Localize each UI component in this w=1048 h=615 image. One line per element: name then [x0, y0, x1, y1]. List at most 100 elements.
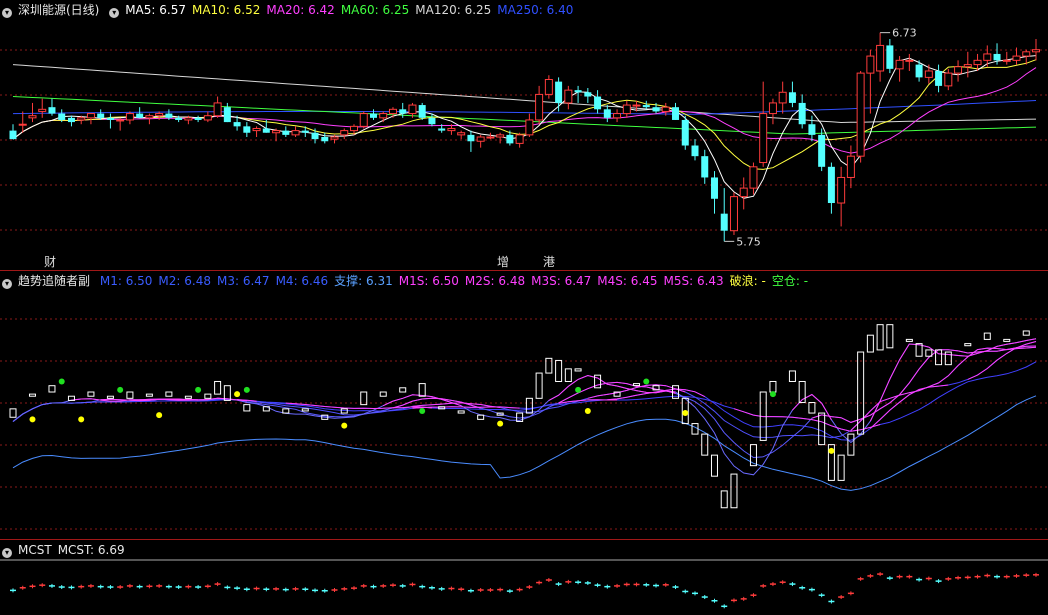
- indicator-field-3: M4: 6.46: [275, 274, 329, 288]
- signal-bar: [457, 410, 465, 414]
- main-chart-header: ▾ 深圳能源(日线) ▾ MA5: 6.57 MA10: 6.52 MA20: 6.42…: [2, 2, 585, 18]
- candle-body: [603, 109, 611, 118]
- green-signal-dot: [643, 378, 650, 385]
- indicator-pane[interactable]: ▾ 趋势追随者副 M1: 6.50 M2: 6.48 M3: 6.47 M4: 6.46…: [0, 271, 1048, 539]
- ma-label-4: MA120: 6.25: [415, 3, 492, 17]
- candle-body: [311, 132, 319, 140]
- signal-bar: [48, 385, 56, 393]
- candle-body: [759, 113, 768, 164]
- candle-body: [876, 44, 885, 72]
- indicator-field-1: M2: 6.48: [158, 274, 211, 288]
- signal-bar: [710, 454, 718, 477]
- indicator-field-10: 破浪: -: [729, 274, 766, 288]
- signal-bar: [282, 408, 290, 414]
- green-signal-dot: [769, 391, 776, 398]
- signal-bar: [28, 393, 36, 397]
- signal-bar: [106, 395, 114, 399]
- ma5-line: [12, 55, 1037, 199]
- candle-body: [808, 124, 816, 135]
- green-signal-dot: [117, 386, 124, 393]
- candle-body: [915, 64, 923, 78]
- candle-body: [145, 115, 154, 119]
- indicator-field-7: M3S: 6.47: [531, 274, 592, 288]
- candle-body: [701, 156, 709, 178]
- candle-body: [486, 136, 495, 139]
- candle-body: [846, 155, 855, 178]
- candle-body: [330, 136, 339, 140]
- low-price-label: 5.75: [736, 235, 761, 248]
- marker-cai[interactable]: 财: [44, 253, 56, 270]
- signal-bar: [808, 402, 816, 414]
- candle-body: [661, 106, 670, 112]
- candle-body: [399, 109, 407, 114]
- candle-body: [720, 213, 728, 231]
- signal-bar: [837, 454, 845, 481]
- candle-body: [973, 59, 982, 66]
- signal-bar: [477, 414, 485, 420]
- green-signal-dot: [58, 378, 65, 385]
- mcst-chart[interactable]: [0, 540, 1048, 615]
- candle-body: [886, 45, 894, 69]
- candle-body: [252, 127, 261, 132]
- marker-zeng[interactable]: 增: [497, 253, 509, 270]
- green-signal-dot: [419, 407, 426, 414]
- ma-label-5: MA250: 6.40: [497, 3, 574, 17]
- marker-gang[interactable]: 港: [543, 253, 555, 270]
- candle-body: [350, 125, 358, 132]
- candle-body: [184, 117, 193, 121]
- indicator-toggle-icon[interactable]: ▾: [2, 279, 12, 289]
- indicator-menu-icon[interactable]: ▾: [109, 8, 120, 18]
- candle-body: [768, 102, 777, 115]
- candle-body: [515, 134, 524, 144]
- mcst-value: MCST: 6.69: [57, 543, 125, 557]
- candle-body: [438, 128, 446, 131]
- candle-body: [622, 104, 631, 115]
- candle-body: [359, 113, 368, 127]
- indicator-legend: M1: 6.50 M2: 6.48 M3: 6.47 M4: 6.46 支撑: 6.31…: [100, 274, 814, 288]
- signal-bar: [574, 368, 582, 372]
- signal-bar: [1003, 338, 1011, 342]
- candle-body: [963, 64, 972, 68]
- candle-body: [48, 107, 56, 114]
- indicator-chart[interactable]: [0, 271, 1048, 539]
- yellow-signal-dot: [156, 412, 163, 419]
- candle-body: [321, 137, 329, 142]
- indicator-field-9: M5S: 6.43: [663, 274, 724, 288]
- candle-body: [428, 117, 436, 125]
- candle-body: [194, 117, 202, 120]
- candle-body: [866, 55, 875, 74]
- signal-bar: [983, 332, 991, 340]
- candle-body: [827, 166, 835, 204]
- candle-body: [28, 115, 37, 119]
- signal-bar: [418, 383, 426, 397]
- mcst-pane[interactable]: ▾ MCST MCST: 6.69: [0, 540, 1048, 615]
- collapse-toggle-icon[interactable]: ▾: [2, 8, 12, 18]
- candle-body: [67, 117, 75, 123]
- ma-legend: MA5: 6.57 MA10: 6.52 MA20: 6.42 MA60: 6.25 M…: [125, 3, 579, 17]
- yellow-signal-dot: [341, 422, 348, 429]
- yellow-signal-dot: [497, 420, 504, 427]
- candle-body: [535, 93, 544, 121]
- signal-bar: [379, 391, 387, 397]
- candle-body: [672, 107, 680, 120]
- green-signal-dot: [575, 386, 582, 393]
- green-signal-dot: [195, 386, 202, 393]
- candle-body: [574, 90, 582, 93]
- candle-body: [798, 102, 806, 125]
- candle-body: [213, 102, 222, 117]
- candle-body: [262, 128, 270, 133]
- candle-body: [418, 105, 426, 118]
- candle-body: [301, 130, 309, 133]
- yellow-signal-dot: [78, 416, 85, 423]
- high-price-label: 6.73: [892, 27, 917, 40]
- yellow-signal-dot: [29, 416, 36, 423]
- candle-body: [555, 81, 563, 103]
- candle-body: [1022, 51, 1031, 57]
- candlestick-chart[interactable]: 6.73 5.75: [0, 0, 1048, 270]
- signal-bar: [1022, 330, 1030, 336]
- main-chart-pane[interactable]: ▾ 深圳能源(日线) ▾ MA5: 6.57 MA10: 6.52 MA20: 6.42…: [0, 0, 1048, 270]
- yellow-signal-dot: [828, 447, 835, 454]
- yellow-signal-dot: [682, 410, 689, 417]
- candle-body: [993, 53, 1001, 61]
- mcst-toggle-icon[interactable]: ▾: [2, 548, 12, 558]
